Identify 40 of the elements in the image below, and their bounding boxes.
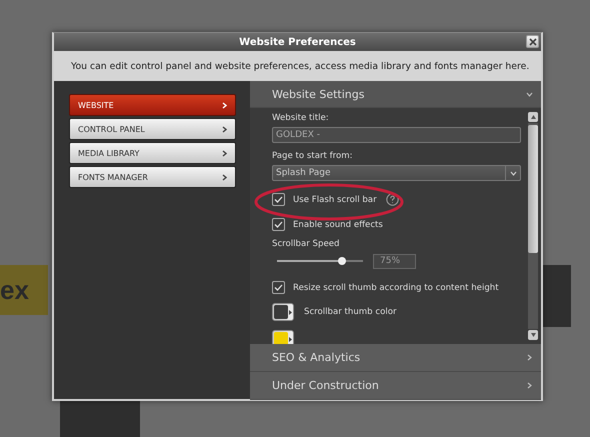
checkbox-label: Resize scroll thumb according to content height — [293, 282, 499, 292]
text-field[interactable]: GOLDEX - — [272, 127, 521, 143]
description-text: You can edit control panel and website preferences, access media library and fonts manager here. — [71, 60, 530, 72]
sidebar-item[interactable]: CONTROL PANEL — [69, 118, 236, 140]
dropdown[interactable]: Splash Page — [272, 165, 521, 181]
chevron-right-icon — [526, 382, 533, 389]
banner-label: ex — [0, 265, 48, 315]
chevron-down-icon — [526, 90, 533, 98]
chevron-icon — [222, 102, 227, 108]
chevron-icon — [222, 126, 227, 132]
section-header[interactable]: Under Construction — [250, 372, 541, 400]
scrollbar[interactable] — [528, 112, 538, 340]
close-button[interactable] — [526, 35, 539, 48]
checkbox-label: Enable sound effects — [293, 220, 383, 230]
section-header[interactable]: Website Settings — [250, 81, 541, 108]
checkbox[interactable] — [272, 281, 285, 294]
sidebar-item[interactable]: FONTS MANAGER — [69, 166, 236, 188]
close-icon — [528, 38, 536, 46]
sidebar-item[interactable]: MEDIA LIBRARY — [69, 142, 236, 164]
checkbox[interactable] — [272, 193, 285, 206]
arrow-down-icon — [530, 333, 536, 337]
field-label: Website title: — [272, 112, 330, 124]
color-swatch[interactable] — [272, 330, 294, 344]
sidebar-item[interactable]: WEBSITE — [69, 94, 236, 116]
checkbox[interactable] — [272, 218, 285, 231]
value-field[interactable]: 75% — [373, 254, 416, 268]
slider-label: Scrollbar Speed — [272, 238, 340, 250]
color-swatch[interactable] — [272, 303, 294, 321]
chevron-right-icon — [526, 354, 533, 361]
caret-icon — [510, 170, 516, 176]
field-label: Page to start from: — [272, 150, 354, 162]
chevron-icon — [222, 174, 227, 180]
scroll-thumb[interactable] — [528, 125, 538, 253]
color-label: Scrollbar thumb color — [304, 307, 397, 317]
slider-thumb[interactable] — [338, 257, 346, 265]
chevron-icon — [222, 150, 227, 156]
arrow-up-icon — [530, 115, 536, 119]
checkbox-label: Use Flash scroll bar — [293, 194, 377, 204]
window-title: Website Preferences — [239, 36, 356, 48]
section-header[interactable]: SEO & Analytics — [250, 344, 541, 372]
